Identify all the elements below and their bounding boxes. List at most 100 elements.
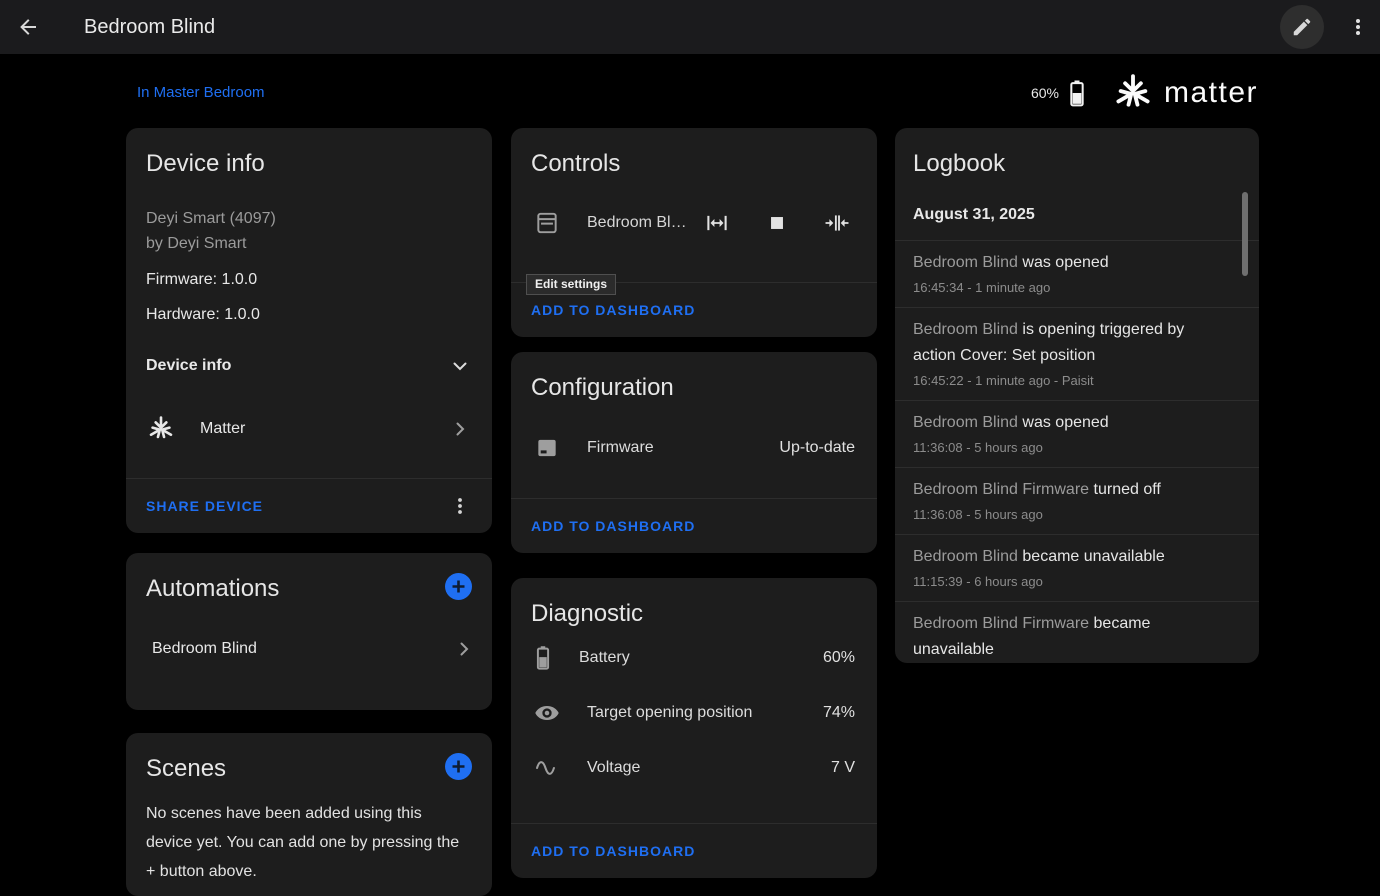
logbook-timestamp: 11:36:08 - 5 hours ago xyxy=(913,503,1229,527)
cover-open-icon xyxy=(704,210,730,236)
battery-value: 60% xyxy=(823,649,855,667)
logbook-timestamp: 11:15:39 - 6 hours ago xyxy=(913,570,1229,594)
voltage-row[interactable]: Voltage 7 V xyxy=(511,740,877,795)
cover-close-icon xyxy=(824,210,850,236)
arrow-left-icon xyxy=(16,15,40,39)
logbook-entity-link[interactable]: Bedroom Blind Firmware xyxy=(913,615,1089,632)
device-model-and-manufacturer: Deyi Smart (4097) by Deyi Smart xyxy=(146,206,472,256)
device-page: Bedroom Blind In Master Bedroom 60% xyxy=(0,0,1380,896)
logbook-entity-link[interactable]: Bedroom Blind xyxy=(913,414,1018,431)
configuration-card: Configuration Firmware Up-to-date ADD TO… xyxy=(511,352,877,553)
cover-stop-icon xyxy=(764,210,790,236)
configuration-title: Configuration xyxy=(511,352,877,404)
logbook-action: was opened xyxy=(1022,254,1108,271)
logbook-timestamp: 16:45:34 - 1 minute ago xyxy=(913,276,1229,300)
matter-integration-icon xyxy=(146,414,176,444)
logbook-title: Logbook xyxy=(895,128,1259,180)
roller-shade-icon xyxy=(534,210,560,236)
pencil-icon xyxy=(1291,16,1313,38)
overflow-menu-button[interactable] xyxy=(1338,15,1378,39)
add-scene-button[interactable] xyxy=(445,753,472,780)
firmware-row[interactable]: Firmware Up-to-date xyxy=(511,435,877,461)
logbook-entity-link[interactable]: Bedroom Blind xyxy=(913,254,1018,271)
device-info-expander[interactable]: Device info xyxy=(146,354,472,378)
edit-settings-tooltip: Edit settings xyxy=(526,274,616,295)
logbook-card: Logbook August 31, 2025 Bedroom Blind wa… xyxy=(895,128,1259,663)
firmware-label: Firmware xyxy=(587,439,779,457)
diagnostic-title: Diagnostic xyxy=(511,578,877,630)
kebab-menu-icon xyxy=(1346,15,1370,39)
chevron-right-icon xyxy=(452,637,476,661)
automations-card: Automations Bedroom Blind xyxy=(126,553,492,710)
battery-row[interactable]: Battery 60% xyxy=(511,630,877,685)
add-automation-button[interactable] xyxy=(445,573,472,600)
automation-item-label: Bedroom Blind xyxy=(152,640,257,658)
logbook-entry: Bedroom Blind Firmware turned off 11:36:… xyxy=(895,467,1259,534)
battery-label: Battery xyxy=(579,649,823,667)
logbook-entity-link[interactable]: Bedroom Blind xyxy=(913,548,1018,565)
cover-close-button[interactable] xyxy=(824,210,850,236)
battery-percent-label: 60% xyxy=(1031,85,1059,101)
cover-entity-row: Bedroom Bl… xyxy=(511,210,877,236)
logbook-action: was opened xyxy=(1022,414,1108,431)
chevron-down-icon xyxy=(448,354,472,378)
logbook-action: became unavailable xyxy=(1022,548,1164,565)
logbook-list: Bedroom Blind was opened 16:45:34 - 1 mi… xyxy=(895,240,1259,663)
automations-title: Automations xyxy=(126,553,299,605)
eye-icon xyxy=(534,700,560,726)
scenes-empty-text: No scenes have been added using this dev… xyxy=(126,785,492,886)
configuration-add-to-dashboard-button[interactable]: ADD TO DASHBOARD xyxy=(531,514,695,538)
share-device-button[interactable]: SHARE DEVICE xyxy=(146,494,263,518)
integration-row-matter[interactable]: Matter xyxy=(146,414,472,444)
logbook-entry: Bedroom Blind Firmware became unavailabl… xyxy=(895,601,1259,663)
controls-add-to-dashboard-button[interactable]: ADD TO DASHBOARD xyxy=(531,298,695,322)
device-info-card: Device info Deyi Smart (4097) by Deyi Sm… xyxy=(126,128,492,533)
matter-logo-icon xyxy=(1111,71,1155,115)
area-breadcrumb-link[interactable]: In Master Bedroom xyxy=(137,84,265,101)
target-position-value: 74% xyxy=(823,704,855,722)
controls-title: Controls xyxy=(511,128,877,180)
device-info-expander-label: Device info xyxy=(146,357,231,375)
logbook-entity-link[interactable]: Bedroom Blind xyxy=(913,321,1018,338)
firmware-value: Up-to-date xyxy=(779,439,855,457)
automation-item-bedroom-blind[interactable]: Bedroom Blind xyxy=(126,637,492,661)
device-model: Deyi Smart (4097) xyxy=(146,206,472,231)
voltage-label: Voltage xyxy=(587,759,831,777)
battery-icon xyxy=(534,644,552,671)
back-button[interactable] xyxy=(0,15,56,39)
device-brand-row: 60% matter xyxy=(1031,68,1258,118)
integration-label: Matter xyxy=(200,420,448,438)
device-info-title: Device info xyxy=(126,128,492,180)
diagnostic-add-to-dashboard-button[interactable]: ADD TO DASHBOARD xyxy=(531,839,695,863)
target-position-row[interactable]: Target opening position 74% xyxy=(511,685,877,740)
scenes-title: Scenes xyxy=(126,733,246,785)
cover-open-button[interactable] xyxy=(704,210,730,236)
firmware-icon xyxy=(534,435,560,461)
logbook-entry: Bedroom Blind became unavailable 11:15:3… xyxy=(895,534,1259,601)
diagnostic-card: Diagnostic Battery 60% Target opening xyxy=(511,578,877,878)
voltage-value: 7 V xyxy=(831,759,855,777)
page-title: Bedroom Blind xyxy=(84,16,215,39)
logbook-scrollbar-thumb[interactable] xyxy=(1242,192,1248,276)
logbook-entity-link[interactable]: Bedroom Blind Firmware xyxy=(913,481,1089,498)
target-position-label: Target opening position xyxy=(587,704,823,722)
logbook-entry: Bedroom Blind was opened 11:36:08 - 5 ho… xyxy=(895,400,1259,467)
logbook-timestamp: 11:36:08 - 5 hours ago xyxy=(913,436,1229,460)
device-manufacturer: by Deyi Smart xyxy=(146,231,472,256)
logbook-action: turned off xyxy=(1094,481,1161,498)
edit-device-button[interactable] xyxy=(1280,5,1324,49)
logbook-entry: Bedroom Blind was opened 16:45:34 - 1 mi… xyxy=(895,240,1259,307)
logbook-timestamp: 16:45:22 - 1 minute ago - Paisit xyxy=(913,369,1229,393)
app-bar: Bedroom Blind xyxy=(0,0,1380,54)
device-hardware-version: Hardware: 1.0.0 xyxy=(146,304,472,325)
logbook-date-header: August 31, 2025 xyxy=(895,203,1259,227)
matter-wordmark: matter xyxy=(1164,76,1258,110)
device-card-kebab-menu[interactable] xyxy=(448,494,472,518)
battery-icon xyxy=(1067,78,1087,108)
device-firmware-version: Firmware: 1.0.0 xyxy=(146,269,472,290)
sine-wave-icon xyxy=(534,755,560,781)
scenes-card: Scenes No scenes have been added using t… xyxy=(126,733,492,896)
chevron-right-icon xyxy=(448,417,472,441)
cover-stop-button[interactable] xyxy=(764,210,790,236)
cover-entity-name[interactable]: Bedroom Bl… xyxy=(587,214,704,232)
